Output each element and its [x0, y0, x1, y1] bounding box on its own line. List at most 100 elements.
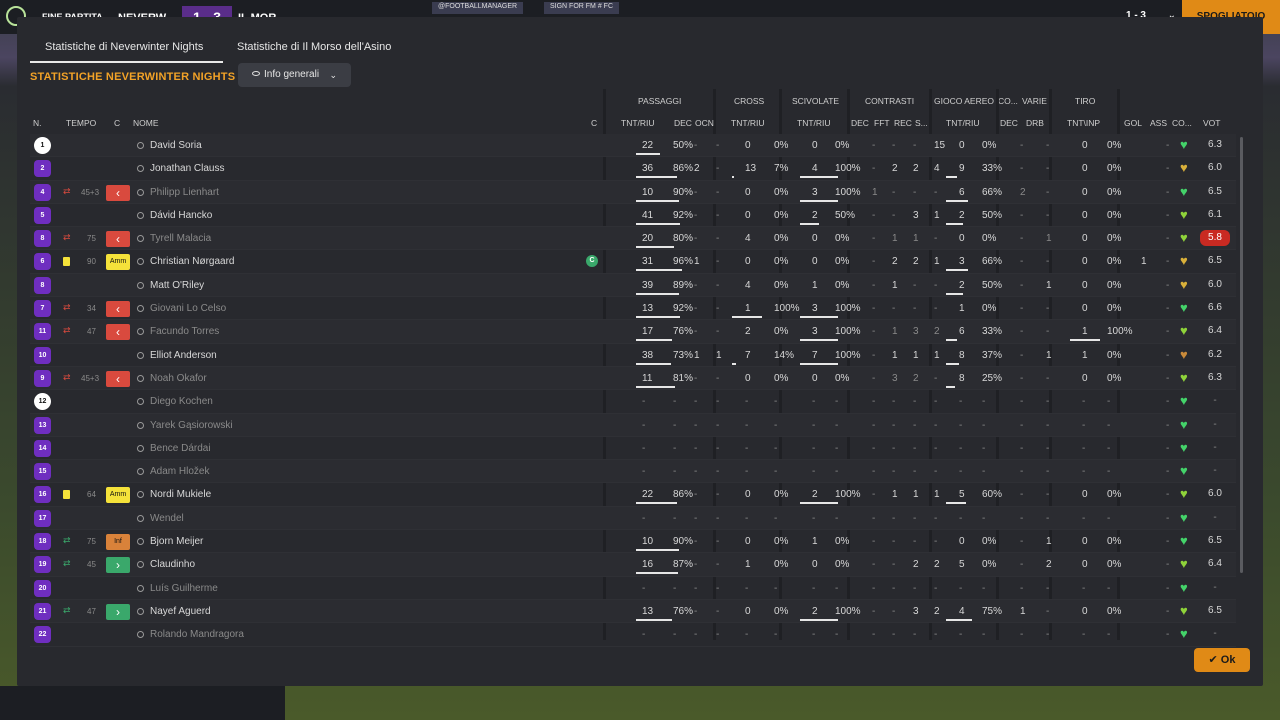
table-row[interactable]: 18 ⇄ 75 Inf Bjorn Meijer 10 90% - -0 0% 1 0% - - - -0 0%… — [30, 530, 1236, 554]
player-name[interactable]: Luís Guilherme — [150, 577, 218, 600]
stat-shot-pct: 0% — [1107, 209, 1122, 221]
stat-assists: - — [1166, 209, 1170, 221]
empty-stat: - — [673, 582, 677, 594]
vertical-scrollbar[interactable] — [1240, 137, 1243, 573]
subbed-off-icon: ‹ — [106, 184, 130, 201]
header-duel-s[interactable]: S... — [915, 118, 928, 128]
table-row[interactable]: 10 Elliot Anderson 38 73% 1 1 7 14% 7 100% -1 1 1 8 37… — [30, 344, 1236, 367]
table-row[interactable]: 13 Yarek Gąsiorowski - - - - - - - - - - - - - - - - - - - ♥ - — [30, 413, 1236, 437]
stat-varie-drb: 1 — [1046, 536, 1052, 548]
stat-pass-key: - — [694, 326, 698, 338]
table-row[interactable]: 15 Adam Hložek - - - - - - - - - - - - - - - - - - - ♥ - — [30, 460, 1236, 484]
table-row[interactable]: 8 ⇄ 75 ‹ Tyrell Malacia 20 80% - -4 0% 0 0% -1 1-0 0% -… — [30, 227, 1236, 251]
player-rating: 6.0 — [1208, 162, 1222, 174]
player-name[interactable]: Facundo Torres — [150, 320, 219, 343]
player-name[interactable]: Elliot Anderson — [150, 344, 217, 367]
player-name[interactable]: Wendel — [150, 507, 184, 530]
player-name[interactable]: David Soria — [150, 134, 202, 157]
player-name[interactable]: Jonathan Clauss — [150, 157, 225, 180]
tab-home-stats[interactable]: Statistiche di Neverwinter Nights — [45, 41, 203, 53]
view-dropdown[interactable]: Info generali ⌄ — [238, 63, 351, 87]
header-number[interactable]: N. — [33, 118, 42, 128]
stat-duel-dec: - — [872, 256, 876, 268]
header-c[interactable]: C — [114, 118, 120, 128]
table-row[interactable]: 7 ⇄ 34 ‹ Giovani Lo Celso 13 92% - -1 100% 3 100% - -… — [30, 297, 1236, 321]
header-pass-dec[interactable]: DEC — [674, 118, 692, 128]
header-varie-drb[interactable]: DRB — [1026, 118, 1044, 128]
player-name[interactable]: Dávid Hancko — [150, 204, 212, 227]
stat-assists: - — [1166, 559, 1170, 571]
empty-stat: - — [774, 466, 778, 478]
header-cross-tnt[interactable]: TNT/RIU — [731, 118, 765, 128]
header-shot-tnt[interactable]: TNT\INP — [1067, 118, 1100, 128]
player-name[interactable]: Adam Hložek — [150, 460, 209, 483]
header-rating[interactable]: VOT — [1203, 118, 1220, 128]
shirt-number: 9 — [34, 369, 51, 387]
header-assists[interactable]: ASS — [1150, 118, 1167, 128]
table-row[interactable]: 9 ⇄ 45+3 ‹ Noah Okafor 11 81% - -0 0% 0 0% -3 2-8 25% -… — [30, 366, 1236, 391]
stat-shot-pct: 0% — [1107, 372, 1122, 384]
stat-pass-ocn: - — [716, 279, 720, 291]
table-row[interactable]: 1 David Soria 22 50% - -0 0% 0 0% - - -15 0 0% - -0 0% - ♥… — [30, 134, 1236, 158]
condition-heart-icon: ♥ — [1180, 626, 1188, 642]
empty-stat: - — [872, 466, 876, 478]
player-name[interactable]: Philipp Lienhart — [150, 181, 219, 204]
table-row[interactable]: 2 Jonathan Clauss 36 86% 2-13 7% 4 100% -2 2 4 9 33%… — [30, 157, 1236, 181]
header-goals[interactable]: GOL — [1124, 118, 1142, 128]
stat-goals: 1 — [1141, 256, 1147, 268]
table-row[interactable]: 21 ⇄ 47 › Nayef Aguerd 13 76% - -0 0% 2 100% - -3 2 4 75… — [30, 599, 1236, 624]
player-name[interactable]: Bjorn Meijer — [150, 530, 203, 553]
header-condition[interactable]: CO... — [1172, 118, 1192, 128]
stat-duel-s: 1 — [934, 209, 940, 221]
table-row[interactable]: 20 Luís Guilherme - - - - - - - - - - - - - - - - - - - ♥ - — [30, 577, 1236, 600]
stat-bar — [636, 618, 673, 621]
player-name[interactable]: Rolando Mandragora — [150, 623, 244, 646]
player-name[interactable]: Tyrell Malacia — [150, 227, 211, 250]
stat-bar — [732, 316, 762, 319]
table-row[interactable]: 22 Rolando Mandragora - - - - - - - - - - - - - - - - - - - ♥… — [30, 623, 1236, 647]
stat-assists: - — [1166, 326, 1170, 338]
player-name[interactable]: Claudinho — [150, 553, 195, 576]
ok-button[interactable]: ✔ Ok — [1194, 648, 1250, 672]
table-row[interactable]: 12 Diego Kochen - - - - - - - - - - - - - - - - - - - ♥ - — [30, 390, 1236, 414]
table-row[interactable]: 17 Wendel - - - - - - - - - - - - - - - - - - - ♥ - — [30, 506, 1236, 531]
table-row[interactable]: 19 ⇄ 45 › Claudinho 16 87% - -1 0% 0 0% - -2 2 5 0% -2 0 0%… — [30, 553, 1236, 577]
header-duel-dec[interactable]: DEC — [851, 118, 869, 128]
view-dropdown-label: Info generali — [264, 69, 320, 80]
player-name[interactable]: Nayef Aguerd — [150, 600, 211, 623]
table-row[interactable]: 11 ⇄ 47 ‹ Facundo Torres 17 76% - -2 0% 3 100% -1 3 2 6… — [30, 320, 1236, 344]
group-header-co: CO... — [998, 96, 1018, 106]
header-tackle-tnt[interactable]: TNT/RIU — [797, 118, 831, 128]
empty-stat: - — [694, 442, 698, 454]
table-row[interactable]: 8 Matt O'Riley 39 89% - -4 0% 1 0% -1- -2 50% -1 0 0% -… — [30, 273, 1236, 298]
header-pass-tnt[interactable]: TNT/RIU — [621, 118, 655, 128]
player-rating: 6.3 — [1208, 139, 1222, 150]
group-header-passaggi: PASSAGGI — [638, 96, 682, 106]
player-name[interactable]: Christian Nørgaard — [150, 250, 234, 273]
table-row[interactable]: 4 ⇄ 45+3 ‹ Philipp Lienhart 10 90% - -0 0% 3 100% 1-… — [30, 180, 1236, 204]
player-name[interactable]: Noah Okafor — [150, 367, 207, 390]
table-row[interactable]: 16 64 Amm Nordi Mukiele 22 86% - -0 0% 2 100% -1 1 1 5… — [30, 483, 1236, 507]
stat-tackle-attempts: 0 — [812, 233, 818, 245]
empty-stat: - — [835, 512, 839, 524]
stat-duel-rec: - — [913, 303, 917, 315]
header-aerial-tnt[interactable]: TNT/RIU — [946, 118, 980, 128]
stat-aerial-attempts: 8 — [959, 349, 965, 361]
table-row[interactable]: 6 90 Amm Christian Nørgaard C 31 96% 1-0 0% 0 0% -2… — [30, 250, 1236, 274]
player-name[interactable]: Yarek Gąsiorowski — [150, 414, 233, 437]
header-duel-rec[interactable]: REC — [894, 118, 912, 128]
player-name[interactable]: Diego Kochen — [150, 390, 213, 413]
header-co-dec[interactable]: DEC — [1000, 118, 1018, 128]
player-name[interactable]: Giovani Lo Celso — [150, 297, 226, 320]
player-name[interactable]: Matt O'Riley — [150, 274, 204, 297]
header-pass-ocn[interactable]: OCN — [695, 118, 714, 128]
table-row[interactable]: 14 Bence Dárdai - - - - - - - - - - - - - - - - - - - ♥ - — [30, 437, 1236, 461]
header-name[interactable]: NOME — [133, 118, 159, 128]
player-name[interactable]: Bence Dárdai — [150, 437, 211, 460]
tab-away-stats[interactable]: Statistiche di Il Morso dell'Asino — [237, 41, 391, 53]
header-duel-fft[interactable]: FFT — [874, 118, 890, 128]
header-captain[interactable]: C — [591, 118, 597, 128]
player-name[interactable]: Nordi Mukiele — [150, 483, 211, 506]
header-time[interactable]: TEMPO — [66, 118, 96, 128]
table-row[interactable]: 5 Dávid Hancko 41 92% - -0 0% 2 50% - -3 1 2 50% - -0 0%… — [30, 204, 1236, 228]
